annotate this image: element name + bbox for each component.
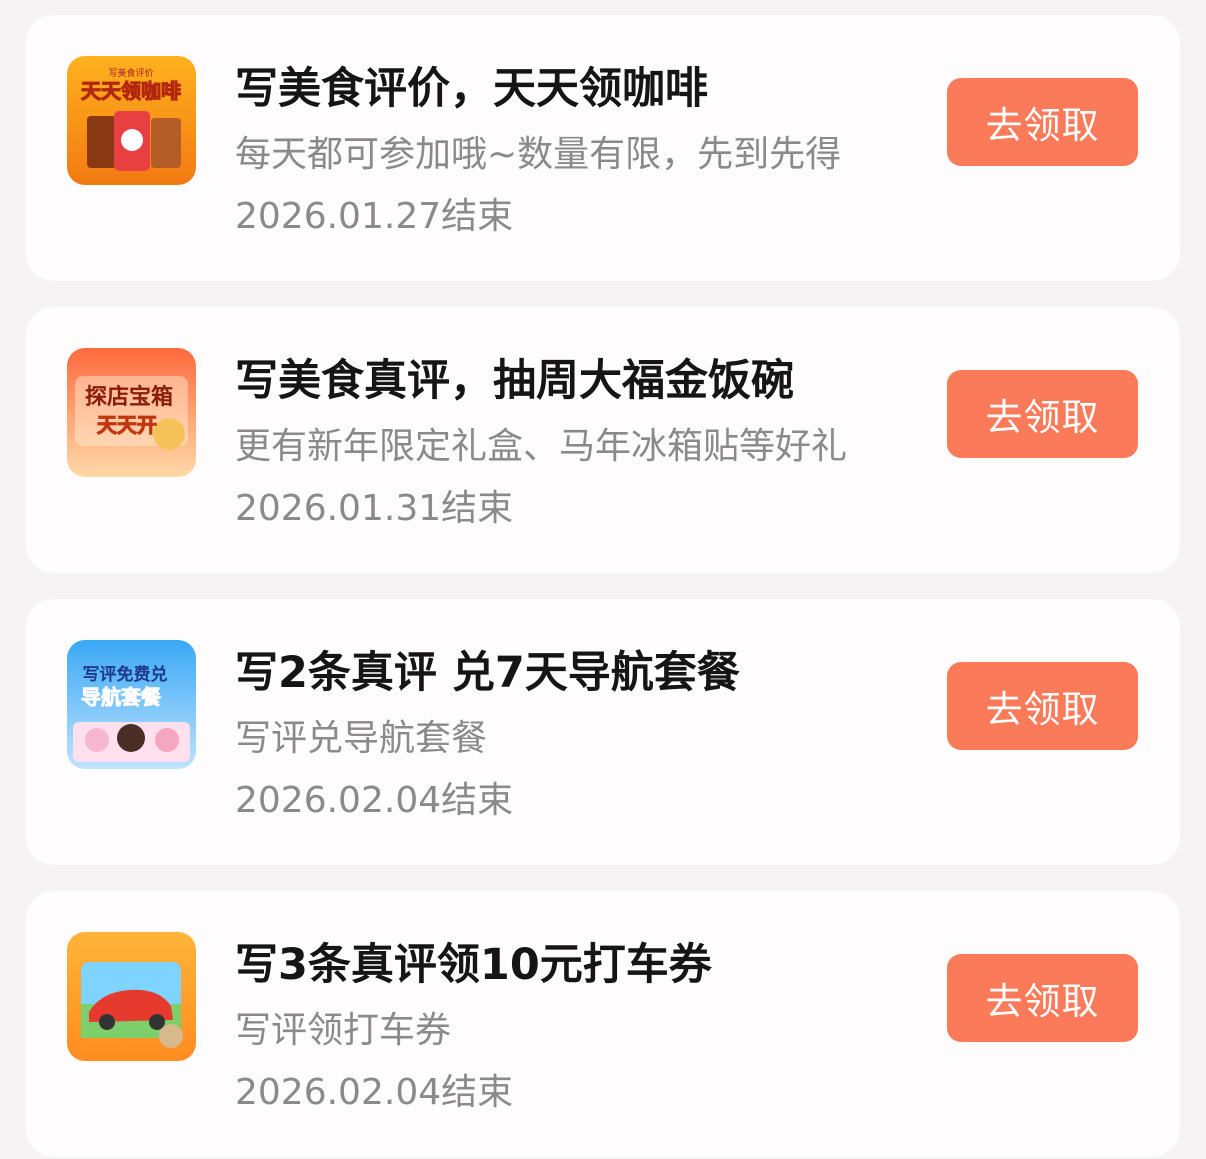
task-card[interactable]: 写美食评价 天天领咖啡 写美食评价，天天领咖啡 每天都可参加哦~数量有限，先到先…: [26, 15, 1180, 281]
task-card[interactable]: 探店宝箱 天天开 写美食真评，抽周大福金饭碗 更有新年限定礼盒、马年冰箱贴等好礼…: [26, 307, 1180, 573]
task-subtitle: 写评兑导航套餐: [235, 718, 488, 759]
task-title: 写2条真评 兑7天导航套餐: [235, 648, 740, 698]
claim-button[interactable]: 去领取: [947, 78, 1138, 166]
task-end-date: 2026.02.04结束: [235, 1072, 514, 1113]
navigation-package-thumbnail: 写评免费兑 导航套餐: [67, 640, 196, 769]
thumb-label: 探店宝箱: [85, 384, 173, 410]
coffee-promo-thumbnail: 写美食评价 天天领咖啡: [67, 56, 196, 185]
task-title: 写美食真评，抽周大福金饭碗: [235, 356, 794, 406]
thumb-label: 写评免费兑: [83, 664, 168, 685]
car-coupon-thumbnail: [67, 932, 196, 1061]
thumb-label-secondary: 天天开: [97, 413, 157, 437]
task-end-date: 2026.01.31结束: [235, 488, 514, 529]
task-card[interactable]: 写3条真评领10元打车券 写评领打车券 2026.02.04结束 去领取: [26, 891, 1180, 1157]
thumb-small-label: 写美食评价: [108, 67, 153, 79]
claim-button[interactable]: 去领取: [947, 954, 1138, 1042]
task-title: 写美食评价，天天领咖啡: [235, 64, 708, 114]
task-card[interactable]: 写评免费兑 导航套餐 写2条真评 兑7天导航套餐 写评兑导航套餐 2026.02…: [26, 599, 1180, 865]
claim-button[interactable]: 去领取: [947, 662, 1138, 750]
task-title: 写3条真评领10元打车券: [235, 940, 712, 990]
task-subtitle: 更有新年限定礼盒、马年冰箱贴等好礼: [235, 426, 848, 467]
thumb-label-secondary: 导航套餐: [81, 685, 162, 709]
task-end-date: 2026.01.27结束: [235, 196, 514, 237]
treasure-box-thumbnail: 探店宝箱 天天开: [67, 348, 196, 477]
claim-button[interactable]: 去领取: [947, 370, 1138, 458]
task-subtitle: 写评领打车券: [235, 1010, 452, 1051]
task-end-date: 2026.02.04结束: [235, 780, 514, 821]
task-subtitle: 每天都可参加哦~数量有限，先到先得: [235, 134, 842, 175]
task-list: 写美食评价 天天领咖啡 写美食评价，天天领咖啡 每天都可参加哦~数量有限，先到先…: [0, 0, 1206, 1159]
thumb-label: 天天领咖啡: [81, 79, 181, 103]
